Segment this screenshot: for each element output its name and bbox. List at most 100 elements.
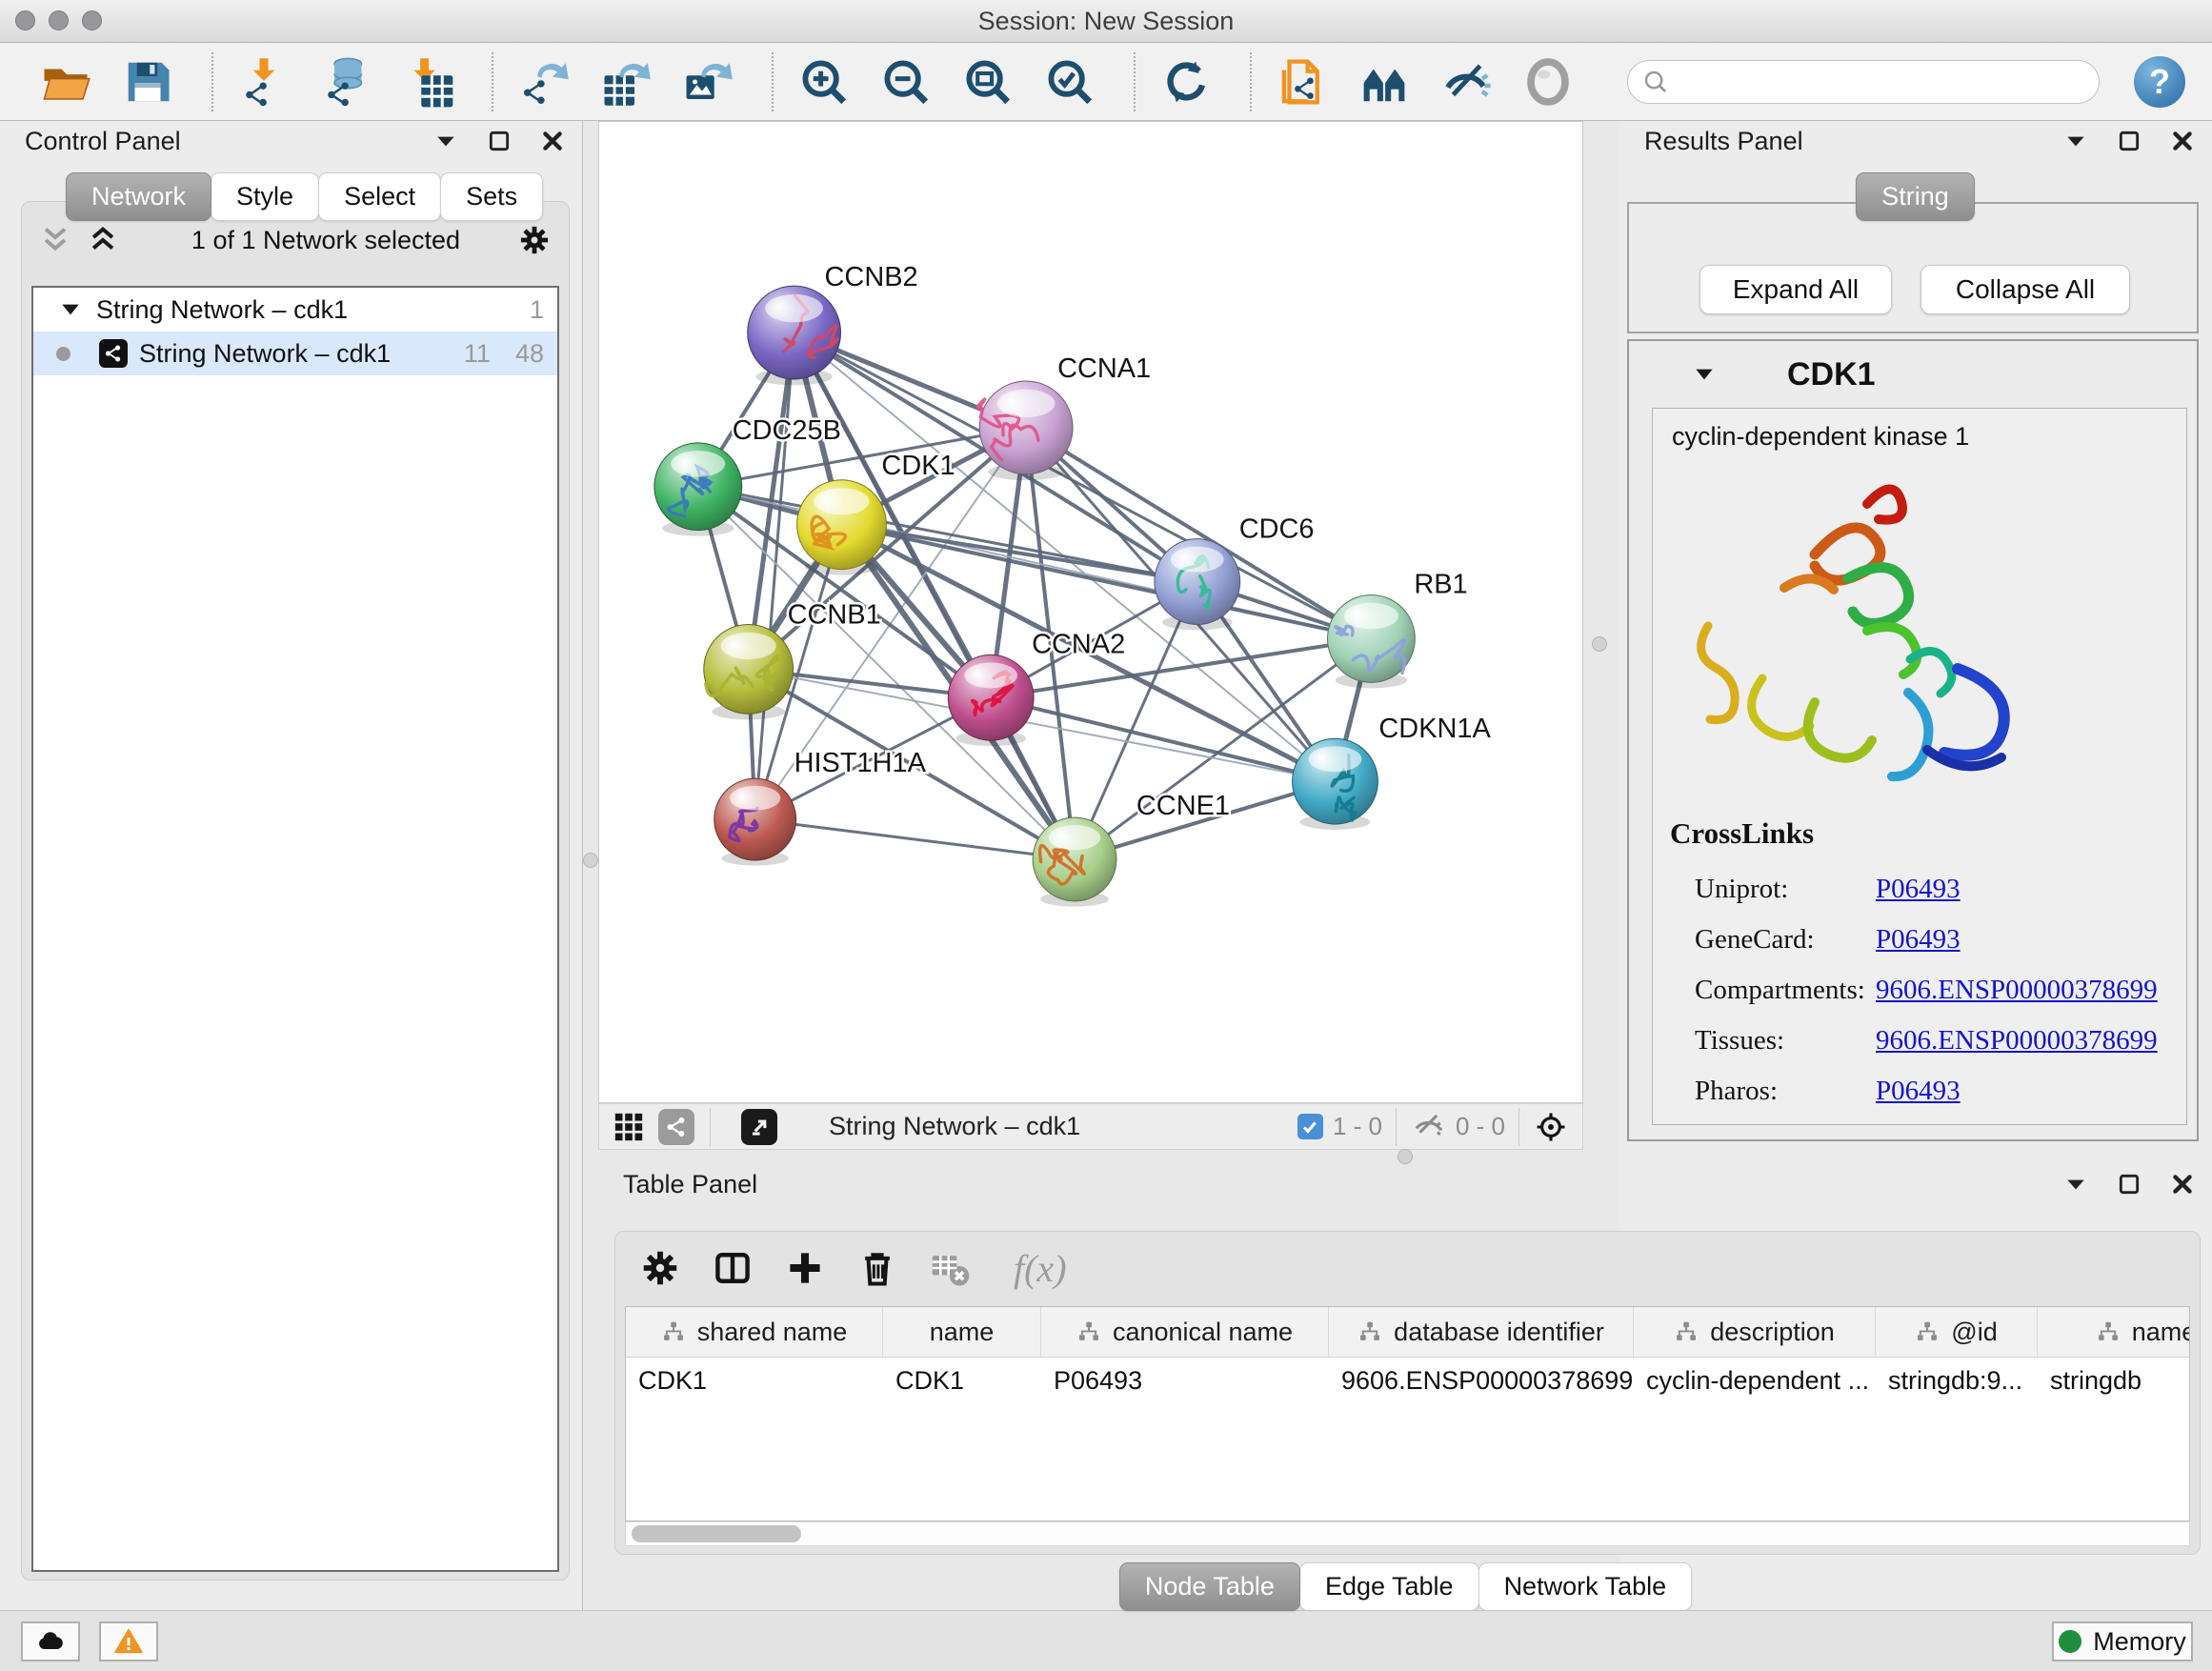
crosslink-value-link[interactable]: 9606.ENSP00000378699 bbox=[1876, 975, 2158, 1006]
tab-select[interactable]: Select bbox=[318, 172, 441, 221]
table-settings-gear-icon[interactable] bbox=[638, 1246, 682, 1290]
tab-edge-table[interactable]: Edge Table bbox=[1299, 1562, 1479, 1611]
import-network-database-button[interactable] bbox=[318, 53, 373, 111]
save-session-button[interactable] bbox=[120, 53, 175, 111]
window-title: Session: New Session bbox=[0, 0, 2212, 42]
panel-close-button[interactable] bbox=[2168, 1170, 2197, 1198]
column-header-description[interactable]: description bbox=[1634, 1307, 1876, 1357]
string-network-graph[interactable]: CCNB2CCNA1CDC25BCDK1CDC6RB1CCNB1CCNA2CDK… bbox=[599, 122, 1582, 1102]
detach-view-icon[interactable] bbox=[741, 1109, 777, 1145]
hidden-elements-icon bbox=[1410, 1109, 1446, 1145]
table-horizontal-scrollbar[interactable] bbox=[625, 1521, 2190, 1546]
crosslink-value-link[interactable]: 9606.ENSP00000378699 bbox=[1876, 1025, 2158, 1057]
first-neighbors-button[interactable] bbox=[1357, 53, 1412, 111]
main-toolbar: ? bbox=[0, 43, 2212, 121]
zoom-out-button[interactable] bbox=[878, 53, 934, 111]
tab-network-table[interactable]: Network Table bbox=[1478, 1562, 1693, 1611]
scrollbar-thumb[interactable] bbox=[632, 1525, 801, 1542]
horizontal-splitter-handle[interactable] bbox=[1398, 1149, 1413, 1164]
export-network-button[interactable] bbox=[516, 53, 572, 111]
crosslink-value-link[interactable]: P06493 bbox=[1876, 1076, 1961, 1107]
import-network-file-button[interactable] bbox=[236, 53, 292, 111]
collapse-entry-icon[interactable] bbox=[1692, 362, 1717, 387]
node-CCNE1[interactable]: CCNE1 bbox=[1033, 791, 1230, 907]
tab-network[interactable]: Network bbox=[66, 172, 211, 221]
table-cell: CDK1 bbox=[626, 1366, 883, 1396]
zoom-selected-button[interactable] bbox=[1042, 53, 1097, 111]
node-details-header[interactable]: CDK1 bbox=[1629, 341, 2197, 408]
delete-column-icon[interactable] bbox=[855, 1246, 899, 1290]
collection-expand-icon[interactable] bbox=[58, 297, 83, 322]
export-image-button[interactable] bbox=[680, 53, 735, 111]
cloud-services-button[interactable] bbox=[21, 1621, 80, 1661]
tab-node-table[interactable]: Node Table bbox=[1119, 1562, 1300, 1611]
hide-selected-button[interactable] bbox=[1438, 53, 1494, 111]
panel-menu-button[interactable] bbox=[432, 127, 460, 155]
network-collection-row[interactable]: String Network – cdk1 1 bbox=[33, 288, 557, 332]
network-badge-icon[interactable] bbox=[658, 1109, 694, 1145]
tab-string[interactable]: String bbox=[1856, 172, 1975, 221]
zoom-fit-button[interactable] bbox=[960, 53, 1016, 111]
collapse-all-button[interactable]: Collapse All bbox=[1920, 265, 2130, 314]
network-row[interactable]: String Network – cdk1 11 48 bbox=[33, 332, 557, 375]
network-selection-status: 1 of 1 Network selected bbox=[134, 226, 517, 255]
table-panel-title: Table Panel bbox=[623, 1170, 757, 1199]
export-table-button[interactable] bbox=[598, 53, 654, 111]
warnings-button[interactable] bbox=[99, 1621, 158, 1661]
node-CCNB1[interactable]: CCNB1 bbox=[704, 599, 881, 719]
node-CCNB2[interactable]: CCNB2 bbox=[748, 262, 918, 385]
right-splitter-handle[interactable] bbox=[1592, 636, 1607, 652]
refresh-view-button[interactable] bbox=[1158, 53, 1214, 111]
network-type-icon bbox=[99, 339, 128, 368]
import-table-file-button[interactable] bbox=[400, 53, 455, 111]
crosslink-label: Tissues: bbox=[1695, 1025, 1876, 1057]
open-session-button[interactable] bbox=[38, 53, 93, 111]
panel-float-button[interactable] bbox=[2115, 127, 2143, 155]
column-header--id[interactable]: @id bbox=[1876, 1307, 2038, 1357]
panel-menu-button[interactable] bbox=[2061, 1170, 2090, 1198]
function-builder-button: f(x) bbox=[1014, 1246, 1067, 1291]
column-header-name[interactable]: name bbox=[883, 1307, 1041, 1357]
crosslinks-title: CrossLinks bbox=[1670, 816, 2177, 851]
show-columns-icon[interactable] bbox=[711, 1246, 754, 1290]
grid-view-icon[interactable] bbox=[611, 1109, 647, 1145]
expand-all-networks-icon[interactable] bbox=[87, 224, 119, 256]
column-header-shared-name[interactable]: shared name bbox=[626, 1307, 883, 1357]
network-options-gear-icon[interactable] bbox=[517, 223, 552, 257]
edge-HIST1H1A-CCNE1[interactable] bbox=[755, 819, 1075, 859]
tab-style[interactable]: Style bbox=[211, 172, 319, 221]
left-splitter-handle[interactable] bbox=[583, 853, 598, 868]
table-row[interactable]: CDK1CDK1P064939606.ENSP00000378699cyclin… bbox=[626, 1358, 2189, 1403]
node-CCNA2[interactable]: CCNA2 bbox=[948, 629, 1125, 746]
table-cell: stringdb bbox=[2038, 1366, 2190, 1396]
panel-close-button[interactable] bbox=[538, 127, 567, 155]
column-header-database-identifier[interactable]: database identifier bbox=[1329, 1307, 1634, 1357]
show-all-button[interactable] bbox=[1520, 53, 1576, 111]
node-table[interactable]: shared namenamecanonical namedatabase id… bbox=[625, 1306, 2190, 1521]
zoom-in-button[interactable] bbox=[796, 53, 852, 111]
panel-menu-button[interactable] bbox=[2061, 127, 2090, 155]
memory-button[interactable]: Memory bbox=[2052, 1621, 2193, 1661]
panel-float-button[interactable] bbox=[2115, 1170, 2143, 1198]
network-canvas[interactable]: CCNB2CCNA1CDC25BCDK1CDC6RB1CCNB1CCNA2CDK… bbox=[598, 121, 1583, 1103]
crosslink-value-link[interactable]: P06493 bbox=[1876, 924, 1961, 956]
column-header-canonical-name[interactable]: canonical name bbox=[1041, 1307, 1329, 1357]
annotations-button[interactable] bbox=[1275, 53, 1330, 111]
panel-float-button[interactable] bbox=[485, 127, 513, 155]
column-header-namespace[interactable]: namespace bbox=[2038, 1307, 2190, 1357]
help-button[interactable]: ? bbox=[2134, 56, 2185, 108]
tab-sets[interactable]: Sets bbox=[440, 172, 543, 221]
column-network-icon bbox=[1674, 1319, 1699, 1344]
collapse-all-networks-icon[interactable] bbox=[39, 224, 71, 256]
birdseye-toggle-icon[interactable] bbox=[1533, 1109, 1569, 1145]
add-column-icon[interactable] bbox=[783, 1246, 827, 1290]
search-input[interactable] bbox=[1679, 66, 2085, 97]
panel-close-button[interactable] bbox=[2168, 127, 2197, 155]
node-RB1[interactable]: RB1 bbox=[1328, 570, 1468, 689]
selected-nodes-checkbox[interactable] bbox=[1297, 1114, 1323, 1139]
node-HIST1H1A[interactable]: HIST1H1A bbox=[714, 748, 927, 865]
node-CDKN1A[interactable]: CDKN1A bbox=[1293, 714, 1492, 830]
crosslink-value-link[interactable]: P06493 bbox=[1876, 874, 1961, 905]
search-box[interactable] bbox=[1627, 60, 2100, 104]
expand-all-button[interactable]: Expand All bbox=[1699, 265, 1892, 314]
